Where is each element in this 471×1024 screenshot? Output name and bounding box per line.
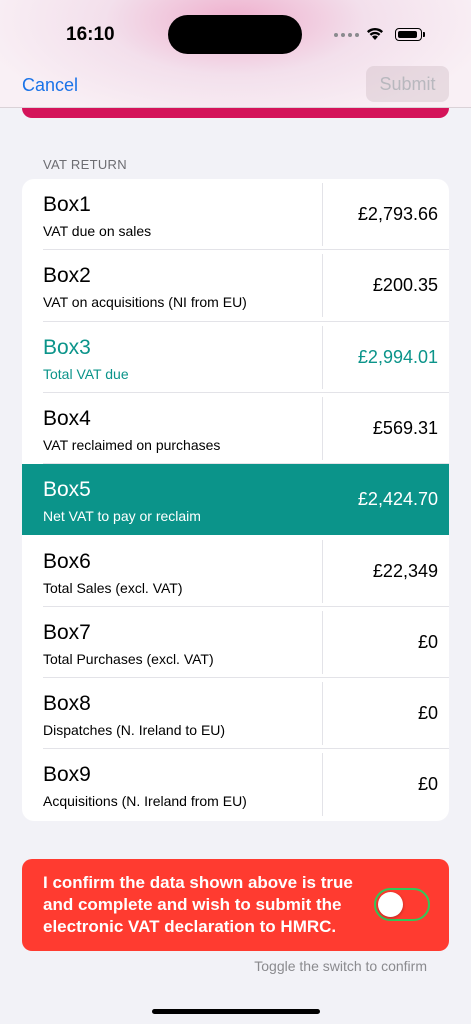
box-name: Box9 (43, 763, 91, 787)
previous-card-edge (22, 108, 449, 118)
status-time: 16:10 (66, 24, 115, 45)
home-indicator[interactable] (152, 1009, 320, 1014)
column-divider (322, 682, 323, 746)
box-description: VAT due on sales (43, 223, 152, 239)
box-description: Dispatches (N. Ireland to EU) (43, 722, 226, 739)
box-name: Box4 (43, 406, 91, 430)
toggle-knob (378, 892, 403, 917)
battery-tip (423, 32, 425, 37)
box-value: £2,424.70 (357, 489, 438, 510)
cellular-signal-icon (334, 33, 359, 37)
vat-box-row-7[interactable]: Box7 Total Purchases (excl. VAT) £0 (22, 607, 449, 679)
box-value: £22,349 (372, 560, 438, 581)
box-value: £200.35 (372, 275, 438, 296)
navigation-bar: Cancel Submit (0, 65, 471, 108)
wifi-icon (367, 27, 383, 40)
battery-icon (395, 28, 422, 41)
toggle-hint: Toggle the switch to confirm (254, 958, 427, 974)
column-divider (322, 183, 323, 246)
vat-box-row-4[interactable]: Box4 VAT reclaimed on purchases £569.31 (22, 393, 449, 465)
column-divider (322, 610, 323, 674)
vat-box-row-3[interactable]: Box3 Total VAT due £2,994.01 (22, 322, 449, 393)
box-value: £2,793.66 (357, 204, 438, 224)
column-divider (322, 325, 323, 389)
box-name: Box7 (43, 620, 91, 644)
vat-return-list: Box1 VAT due on sales £2,793.66 Box2 VAT… (22, 179, 449, 821)
column-divider (322, 254, 323, 318)
box-description: Net VAT to pay or reclaim (43, 508, 201, 525)
vat-box-row-9[interactable]: Box9 Acquisitions (N. Ireland from EU) £… (22, 749, 449, 820)
box-description: VAT reclaimed on purchases (43, 436, 221, 453)
box-description: Total Purchases (excl. VAT) (43, 650, 214, 667)
box-value: £2,994.01 (357, 346, 438, 367)
confirm-toggle[interactable] (374, 888, 430, 921)
cancel-button[interactable]: Cancel (22, 75, 78, 96)
column-divider (322, 753, 323, 817)
vat-box-row-8[interactable]: Box8 Dispatches (N. Ireland to EU) £0 (22, 678, 449, 750)
box-name: Box8 (43, 692, 91, 716)
box-value: £569.31 (372, 417, 438, 438)
box-description: Total VAT due (43, 365, 129, 382)
box-value: £0 (417, 703, 438, 724)
vat-box-row-1[interactable]: Box1 VAT due on sales £2,793.66 (22, 179, 449, 251)
section-header: VAT RETURN (43, 157, 127, 172)
dynamic-island (168, 15, 302, 54)
status-bar: 16:10 (0, 0, 471, 70)
column-divider (322, 539, 323, 603)
box-name: Box5 (43, 478, 91, 502)
box-description: VAT on acquisitions (NI from EU) (43, 294, 247, 311)
confirmation-text: I confirm the data shown above is true a… (43, 873, 353, 936)
box-name: Box3 (43, 335, 91, 359)
vat-box-row-2[interactable]: Box2 VAT on acquisitions (NI from EU) £2… (22, 250, 449, 322)
submit-button[interactable]: Submit (366, 66, 449, 102)
box-value: £0 (417, 631, 438, 652)
box-name: Box2 (43, 264, 91, 288)
box-value: £0 (417, 774, 438, 795)
box-name: Box6 (43, 549, 91, 573)
vat-box-row-6[interactable]: Box6 Total Sales (excl. VAT) £22,349 (22, 536, 449, 607)
box-description: Total Sales (excl. VAT) (43, 579, 183, 596)
vat-box-row-5[interactable]: Box5 Net VAT to pay or reclaim £2,424.70 (22, 464, 449, 536)
column-divider (322, 396, 323, 460)
box-name: Box1 (43, 193, 91, 216)
confirmation-panel: I confirm the data shown above is true a… (22, 859, 449, 951)
box-description: Acquisitions (N. Ireland from EU) (43, 793, 247, 810)
